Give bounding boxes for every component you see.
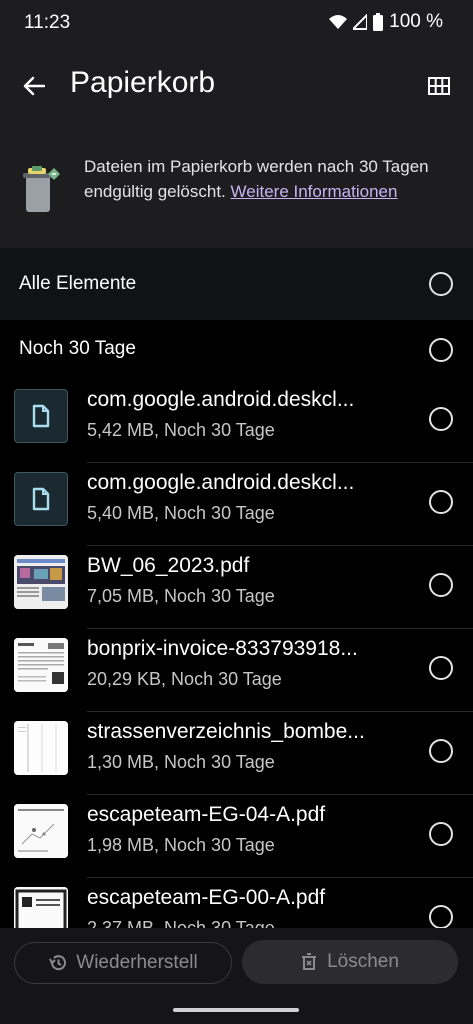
file-meta: 1,98 MB, Noch 30 Tage (87, 835, 275, 855)
file-select-radio[interactable] (429, 490, 453, 514)
file-name: strassenverzeichnis_bombe... (87, 720, 365, 743)
file-thumbnail (14, 638, 68, 692)
document-icon (32, 404, 50, 428)
file-select-radio[interactable] (429, 573, 453, 597)
battery-percent: 100 % (389, 11, 443, 32)
file-thumbnail (14, 555, 68, 609)
pdf-preview-image (14, 555, 68, 609)
file-row[interactable]: BW_06_2023.pdf 7,05 MB, Noch 30 Tage (0, 546, 473, 629)
file-meta: 5,42 MB, Noch 30 Tage (87, 420, 275, 440)
file-row[interactable]: escapeteam-EG-04-A.pdf 1,98 MB, Noch 30 … (0, 795, 473, 878)
file-row[interactable]: bonprix-invoice-833793918... 20,29 KB, N… (0, 629, 473, 712)
file-select-radio[interactable] (429, 905, 453, 929)
file-name: bonprix-invoice-833793918... (87, 637, 358, 660)
file-select-radio[interactable] (429, 407, 453, 431)
trash-bin-illustration-icon (23, 166, 60, 212)
file-thumbnail (14, 472, 68, 526)
app-bar: Papierkorb (0, 48, 473, 128)
trash-info-banner: Dateien im Papierkorb werden nach 30 Tag… (0, 128, 473, 248)
file-select-radio[interactable] (429, 822, 453, 846)
file-select-radio[interactable] (429, 739, 453, 763)
status-time: 11:23 (24, 12, 71, 33)
file-name: BW_06_2023.pdf (87, 554, 250, 577)
more-info-link[interactable]: Weitere Informationen (231, 182, 398, 201)
banner-text: Dateien im Papierkorb werden nach 30 Tag… (84, 154, 454, 204)
file-row[interactable]: com.google.android.deskcl... 5,40 MB, No… (0, 463, 473, 546)
delete-button-label: Löschen (327, 951, 399, 972)
grid-view-button[interactable] (423, 70, 455, 102)
pdf-preview-image (14, 638, 68, 692)
arrow-back-icon (23, 76, 45, 96)
status-icons: 100 % (329, 11, 443, 33)
battery-icon (373, 13, 384, 31)
delete-button[interactable]: Löschen (242, 940, 458, 984)
file-meta: 20,29 KB, Noch 30 Tage (87, 669, 282, 689)
file-thumbnail (14, 804, 68, 858)
document-icon (32, 487, 50, 511)
select-all-label: Alle Elemente (19, 273, 137, 294)
pdf-preview-image (14, 721, 68, 775)
restore-button[interactable]: Wiederherstell (14, 942, 232, 984)
file-meta: 7,05 MB, Noch 30 Tage (87, 586, 275, 606)
file-name: com.google.android.deskcl... (87, 388, 355, 411)
select-all-row[interactable]: Alle Elemente (0, 248, 473, 320)
gesture-nav-handle[interactable] (173, 1008, 299, 1012)
file-row[interactable]: com.google.android.deskcl... 5,42 MB, No… (0, 380, 473, 463)
wifi-icon (329, 15, 348, 29)
file-thumbnail (14, 389, 68, 443)
restore-history-icon (49, 955, 67, 971)
file-name: escapeteam-EG-04-A.pdf (87, 803, 326, 826)
pdf-preview-image (14, 804, 68, 858)
section-header-label: Noch 30 Tage (19, 338, 136, 359)
file-name: com.google.android.deskcl... (87, 471, 355, 494)
page-title: Papierkorb (70, 66, 216, 99)
section-select-radio[interactable] (429, 338, 453, 362)
file-select-radio[interactable] (429, 656, 453, 680)
file-name: escapeteam-EG-00-A.pdf (87, 886, 326, 909)
file-meta: 1,30 MB, Noch 30 Tage (87, 752, 275, 772)
delete-forever-icon (302, 953, 317, 970)
file-thumbnail (14, 721, 68, 775)
select-all-radio[interactable] (429, 272, 453, 296)
restore-button-label: Wiederherstell (76, 952, 198, 973)
file-meta: 5,40 MB, Noch 30 Tage (87, 503, 275, 523)
file-row[interactable]: strassenverzeichnis_bombe... 1,30 MB, No… (0, 712, 473, 795)
back-button[interactable] (18, 70, 50, 102)
status-bar: 11:23 100 % (0, 0, 473, 48)
cell-signal-icon (353, 14, 368, 30)
grid-view-icon (428, 77, 450, 95)
